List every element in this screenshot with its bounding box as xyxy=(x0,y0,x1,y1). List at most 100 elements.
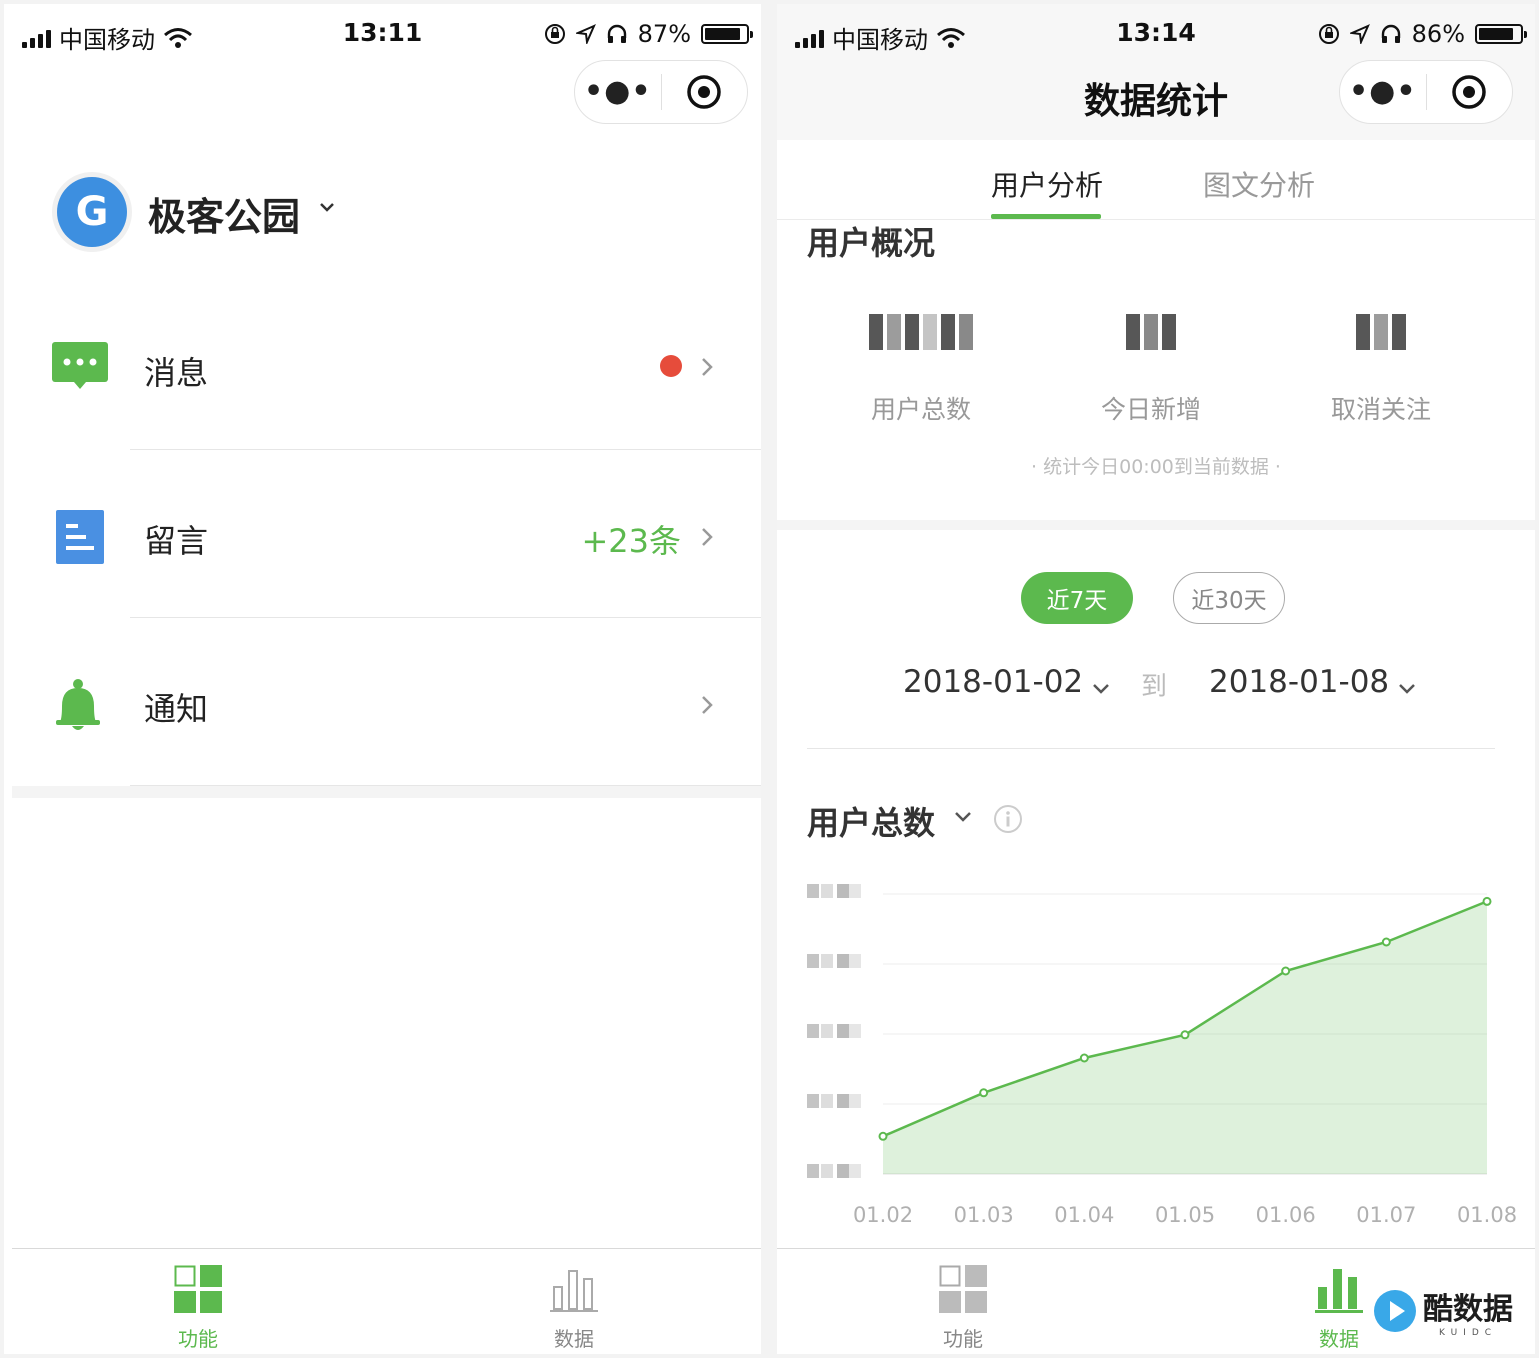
headphones-icon xyxy=(607,24,626,43)
obscured-value xyxy=(821,314,1021,350)
date-separator: 到 xyxy=(1141,672,1168,702)
obscured-y-tick-label xyxy=(807,1094,861,1108)
metric-selector[interactable]: 用户总数 xyxy=(807,798,935,844)
stat-total-users: 用户总数 xyxy=(821,314,1021,426)
bar-chart-icon xyxy=(1315,1269,1363,1313)
data-point xyxy=(1381,937,1391,947)
obscured-tick-pixel xyxy=(807,884,819,898)
menu-item-comments[interactable]: 留言 +23条 xyxy=(4,450,761,618)
chevron-down-icon[interactable] xyxy=(1091,682,1111,696)
obscured-tick-pixel xyxy=(807,1164,819,1178)
obscured-tick-pixel xyxy=(837,954,849,968)
message-icon xyxy=(52,342,108,389)
x-tick-label: 01.02 xyxy=(853,1203,913,1227)
obscured-y-tick-label xyxy=(807,954,861,968)
chevron-down-icon[interactable] xyxy=(1397,682,1417,696)
rotation-lock-icon xyxy=(544,24,565,44)
x-tick-label: 01.07 xyxy=(1356,1203,1416,1227)
document-icon xyxy=(56,510,104,564)
capsule-menu: •●• xyxy=(1339,60,1513,124)
tab-article-analysis[interactable]: 图文分析 xyxy=(1203,164,1315,204)
tab-features[interactable]: 功能 xyxy=(883,1249,1043,1354)
stat-unfollow: 取消关注 xyxy=(1281,314,1481,426)
menu-item-label: 留言 xyxy=(144,522,209,560)
menu-item-label: 通知 xyxy=(144,690,209,728)
avatar-letter: G xyxy=(57,177,127,247)
menu-item-label: 消息 xyxy=(144,354,209,392)
rotation-lock-icon xyxy=(1318,24,1339,44)
bar-chart-icon xyxy=(550,1270,598,1312)
more-icon[interactable]: •●• xyxy=(1340,77,1426,107)
obscured-tick-pixel xyxy=(849,954,861,968)
right-screen: 中国移动 13:14 86% 数据统计 •●• 用户分析 图文分析 用户概况 用… xyxy=(777,4,1535,1354)
more-icon[interactable]: •●• xyxy=(575,77,661,107)
avatar[interactable]: G xyxy=(52,172,132,252)
obscured-value xyxy=(1051,314,1251,350)
obscured-y-tick-label xyxy=(807,1164,861,1178)
end-date-picker[interactable]: 2018-01-08 xyxy=(1209,664,1389,700)
menu-item-messages[interactable]: 消息 xyxy=(4,282,761,450)
comment-count: +23条 xyxy=(581,522,681,560)
watermark-subtext: KUIDC xyxy=(1438,1328,1498,1338)
data-point xyxy=(878,1131,888,1141)
chevron-right-icon xyxy=(702,528,713,546)
obscured-y-tick-label xyxy=(807,1024,861,1038)
grid-icon xyxy=(939,1265,987,1313)
menu-item-notifications[interactable]: 通知 xyxy=(4,618,761,786)
chevron-down-icon[interactable] xyxy=(318,200,336,214)
data-point xyxy=(1281,966,1291,976)
obscured-value xyxy=(1281,314,1481,350)
tab-label: 数据 xyxy=(554,1327,594,1351)
chevron-right-icon xyxy=(702,696,713,714)
bell-icon xyxy=(56,679,100,730)
obscured-tick-pixel xyxy=(807,954,819,968)
obscured-tick-pixel xyxy=(821,1164,833,1178)
headphones-icon xyxy=(1381,24,1400,43)
close-capsule-icon[interactable] xyxy=(1427,74,1513,110)
sub-tabs: 用户分析 图文分析 xyxy=(777,140,1535,220)
range-7-days-button[interactable]: 近7天 xyxy=(1021,572,1133,624)
stat-label: 用户总数 xyxy=(870,395,971,424)
watermark: 酷数据 KUIDC xyxy=(1371,1284,1513,1338)
tab-label: 功能 xyxy=(178,1327,218,1351)
start-date-picker[interactable]: 2018-01-02 xyxy=(903,664,1083,700)
left-screen: 中国移动 13:11 87% •●• G 极客公园 消息 留言 +23条 通知 … xyxy=(4,4,761,1354)
obscured-tick-pixel xyxy=(821,954,833,968)
watermark-logo-icon xyxy=(1374,1290,1416,1332)
obscured-tick-pixel xyxy=(807,1024,819,1038)
battery-icon xyxy=(1475,24,1527,44)
obscured-tick-pixel xyxy=(849,1024,861,1038)
obscured-y-tick-label xyxy=(807,884,861,898)
account-name[interactable]: 极客公园 xyxy=(148,186,300,241)
battery-percent: 86% xyxy=(1411,20,1465,48)
obscured-tick-pixel xyxy=(821,1024,833,1038)
data-point xyxy=(1180,1030,1190,1040)
tab-data[interactable]: 数据 xyxy=(494,1249,654,1354)
battery-percent: 87% xyxy=(637,20,691,48)
obscured-tick-pixel xyxy=(849,884,861,898)
watermark-text: 酷数据 xyxy=(1423,1292,1513,1327)
tab-user-analysis[interactable]: 用户分析 xyxy=(991,164,1103,204)
status-bar: 中国移动 13:14 86% xyxy=(777,4,1535,62)
tab-features[interactable]: 功能 xyxy=(118,1249,278,1354)
obscured-tick-pixel xyxy=(821,1094,833,1108)
data-point xyxy=(1079,1053,1089,1063)
stat-label: 今日新增 xyxy=(1100,395,1201,424)
obscured-tick-pixel xyxy=(821,884,833,898)
x-tick-label: 01.05 xyxy=(1155,1203,1215,1227)
obscured-tick-pixel xyxy=(837,1164,849,1178)
location-icon xyxy=(575,24,596,44)
user-total-chart: 01.02 01.03 01.04 01.05 01.06 01.07 01.08 xyxy=(807,884,1517,1227)
close-capsule-icon[interactable] xyxy=(662,74,748,110)
range-30-days-button[interactable]: 近30天 xyxy=(1173,572,1285,624)
tab-label: 功能 xyxy=(943,1327,983,1351)
tab-bar: 功能 数据 xyxy=(12,1248,761,1354)
battery-icon xyxy=(701,24,753,44)
stat-label: 取消关注 xyxy=(1330,395,1431,424)
x-tick-label: 01.03 xyxy=(954,1203,1014,1227)
chevron-down-icon[interactable] xyxy=(953,810,973,824)
data-point xyxy=(979,1088,989,1098)
info-icon[interactable] xyxy=(993,804,1023,834)
overview-title: 用户概况 xyxy=(807,224,936,262)
obscured-tick-pixel xyxy=(837,884,849,898)
